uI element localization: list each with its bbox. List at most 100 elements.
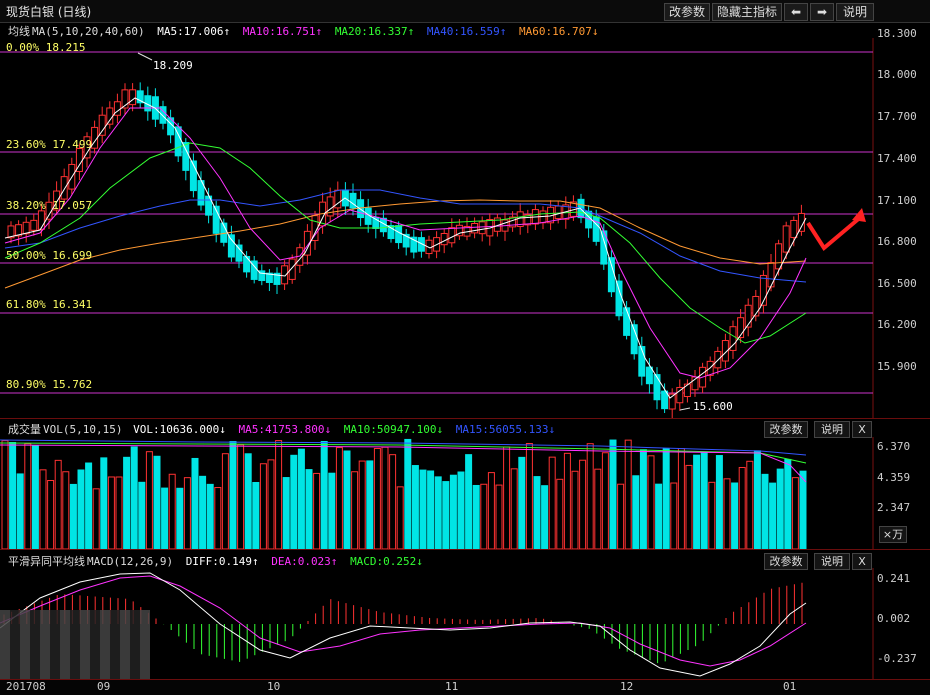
help-button[interactable]: 说明 <box>836 3 874 21</box>
params-button[interactable]: 改参数 <box>664 3 710 21</box>
volume-bar <box>487 472 495 549</box>
candle <box>676 386 684 404</box>
volume-bar <box>617 483 625 549</box>
y-tick: 18.000 <box>877 68 917 81</box>
candle <box>615 280 623 317</box>
volume-bar <box>586 443 594 549</box>
volume-bar <box>297 448 305 549</box>
volume-bar <box>62 471 70 549</box>
ma60-value: MA60:16.707↓ <box>519 25 599 38</box>
candle <box>288 258 296 280</box>
volume-bar <box>313 472 321 549</box>
volume-bar <box>138 481 146 549</box>
candle <box>661 390 669 410</box>
volume-bar <box>753 450 761 549</box>
volume-bar <box>449 474 457 549</box>
volume-bar <box>708 481 716 549</box>
volume-bar <box>389 454 397 549</box>
volume-bar <box>503 446 511 549</box>
date-label: 11 <box>445 680 459 693</box>
y-tick: 15.900 <box>877 360 917 373</box>
volume-bar <box>670 482 678 549</box>
volume-bar <box>731 482 739 549</box>
volume-bar <box>259 463 267 549</box>
macd-legend: 平滑异同平均线 MACD(12,26,9) DIFF:0.149↑ DEA:0.0… <box>8 553 429 569</box>
volume-bar <box>639 449 647 549</box>
vol-y-tick: 2.347 <box>877 501 911 514</box>
volume-chart <box>0 437 874 549</box>
volume-bar <box>381 446 389 549</box>
volume-bar <box>244 453 252 549</box>
volume-bar <box>655 483 663 549</box>
volume-bar <box>548 456 556 549</box>
high-price-label: 18.209 <box>153 59 193 72</box>
price-chart <box>0 38 874 418</box>
volume-bar <box>480 483 488 549</box>
blurred-region <box>0 610 150 680</box>
volume-bar <box>525 443 533 549</box>
volume-bar <box>761 473 769 549</box>
volume-bar <box>69 483 77 549</box>
volume-bar <box>267 459 275 549</box>
volume-bar <box>366 460 374 549</box>
fib-label-500: 50.00% 16.699 <box>6 249 93 262</box>
volume-bar <box>47 479 55 549</box>
diff-value: DIFF:0.149↑ <box>185 555 259 568</box>
volume-bar <box>123 456 131 549</box>
volume-bar <box>563 452 571 549</box>
hide-indicator-button[interactable]: 隐藏主指标 <box>712 3 782 21</box>
volume-bar <box>77 469 85 549</box>
volume-help-button[interactable]: 说明 <box>814 421 850 438</box>
volume-bar <box>715 455 723 549</box>
volume-bar <box>495 484 503 549</box>
fib-label-382: 38.20% 17.057 <box>6 199 93 212</box>
volume-bar <box>609 439 617 549</box>
window-title: 现货白银 (日线) <box>6 5 92 19</box>
volume-bar <box>183 477 191 549</box>
arrow-right-icon[interactable]: ➡ <box>810 3 834 21</box>
y-tick: 18.300 <box>877 27 917 40</box>
main-legend: 均线 MA(5,10,20,40,60) MA5:17.006↑ MA10:16.… <box>8 23 605 39</box>
candle <box>106 107 114 125</box>
candle <box>623 307 631 336</box>
volume-bar <box>191 457 199 549</box>
candle <box>440 232 448 246</box>
volume-close-icon[interactable]: X <box>852 421 872 438</box>
volume-params-button[interactable]: 改参数 <box>764 421 808 438</box>
volume-bar <box>153 455 161 549</box>
volume-bar <box>100 457 108 549</box>
volume-bar <box>791 477 799 549</box>
candle <box>752 295 760 317</box>
volume-bar <box>662 448 670 549</box>
volume-bar <box>206 483 214 549</box>
ma20-value: MA20:16.337↑ <box>334 25 415 38</box>
volume-bar <box>24 443 32 549</box>
volume-bar <box>237 444 245 549</box>
ma40-value: MA40:16.559↑ <box>426 25 507 38</box>
volume-bar <box>533 476 541 549</box>
volume-bar <box>320 441 328 549</box>
volume-bar <box>396 486 404 549</box>
macd-y-tick: 0.241 <box>877 572 911 585</box>
volume-bar <box>700 451 708 549</box>
arrow-left-icon[interactable]: ⬅ <box>784 3 808 21</box>
date-label: 10 <box>267 680 281 693</box>
y-tick: 16.200 <box>877 318 917 331</box>
volume-bar <box>647 455 655 549</box>
panel-divider <box>0 418 930 419</box>
panel-divider <box>0 549 930 550</box>
volume-bar <box>541 485 549 549</box>
candle <box>60 176 68 200</box>
volume-bar <box>419 469 427 549</box>
volume-bar <box>290 454 298 549</box>
volume-bar <box>221 453 229 549</box>
volume-bar <box>161 487 169 549</box>
vol-ma10-value: MA10:50947.100↓ <box>343 423 444 436</box>
candle <box>767 262 775 288</box>
main-legend-name: 均线 <box>8 25 30 38</box>
candle <box>235 244 243 262</box>
volume-bar <box>176 487 184 549</box>
volume-bar <box>343 450 351 549</box>
volume-bar <box>214 487 222 549</box>
volume-bar <box>252 482 260 549</box>
